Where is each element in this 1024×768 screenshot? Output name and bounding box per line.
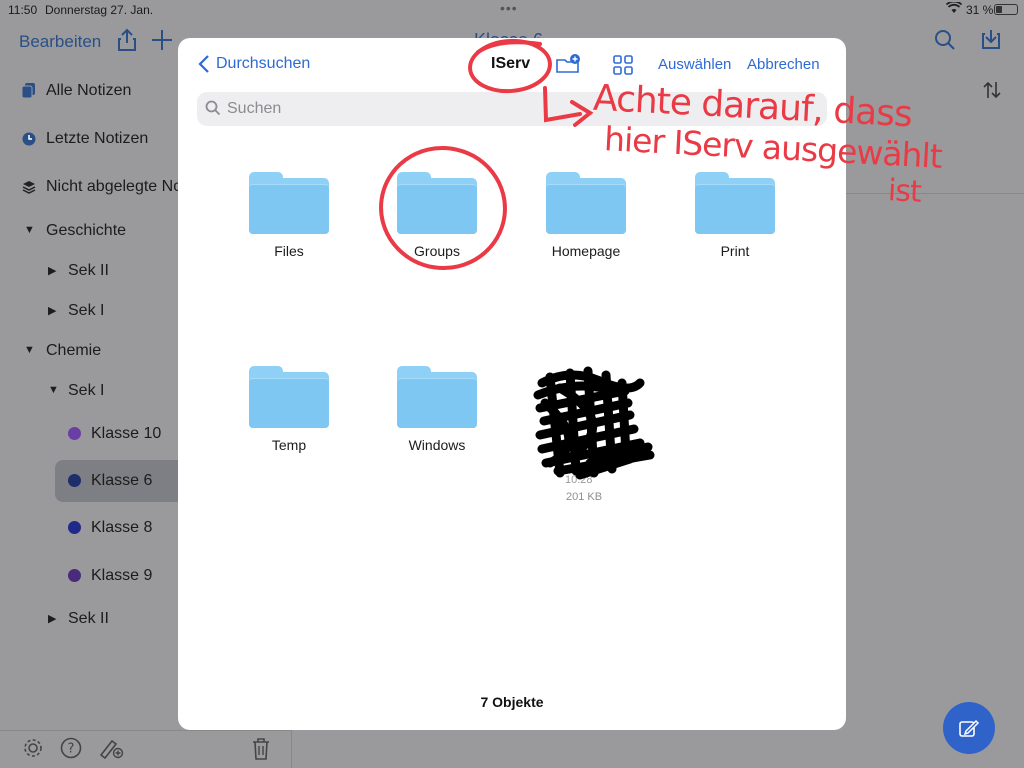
annotation-line-3: ist	[887, 173, 922, 210]
